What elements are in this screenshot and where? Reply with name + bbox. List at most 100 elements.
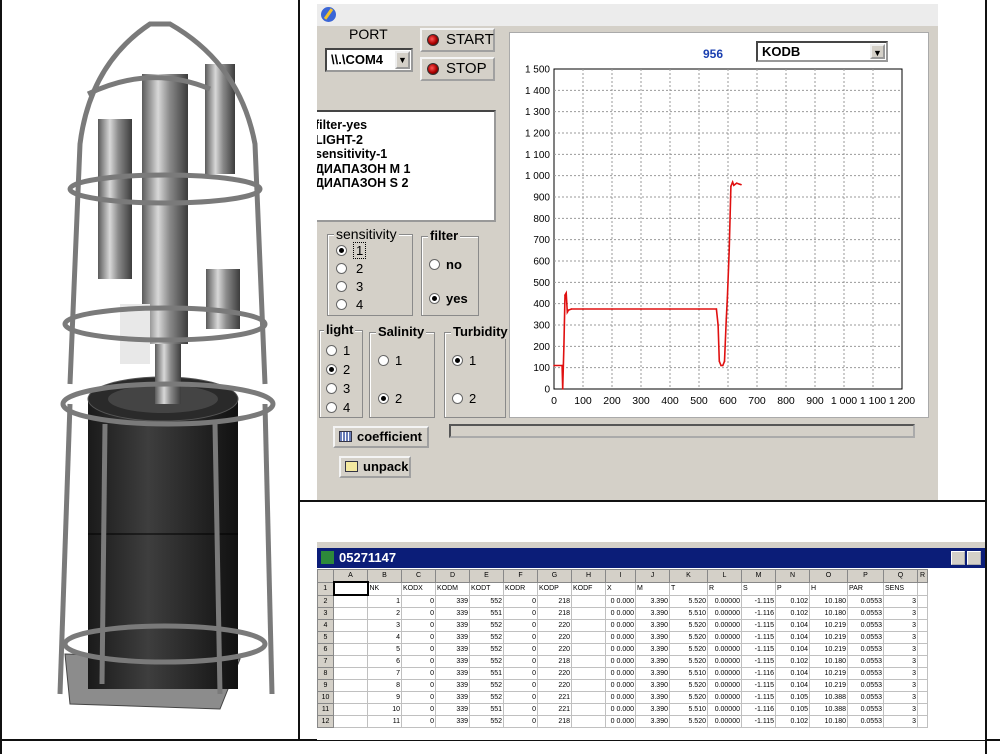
table-cell[interactable]: 0.00000 (707, 607, 742, 620)
table-cell[interactable]: H (809, 581, 848, 596)
table-cell[interactable]: 218 (537, 715, 572, 728)
column-header[interactable]: H (571, 569, 606, 583)
table-cell[interactable]: 5.510 (669, 607, 708, 620)
table-cell[interactable]: 0.0553 (847, 655, 884, 668)
table-cell[interactable]: 5 (367, 643, 402, 656)
status-memo[interactable]: filter-yes LIGHT-2 sensitivity-1 ДИАПАЗО… (317, 110, 496, 222)
table-cell[interactable]: 0 (503, 594, 538, 608)
table-cell[interactable]: 0 (401, 631, 436, 644)
coefficient-button[interactable]: coefficient (333, 426, 429, 448)
table-cell[interactable] (571, 631, 606, 644)
table-cell[interactable]: 3.390 (635, 631, 670, 644)
channel-select[interactable]: KODB ▼ (756, 41, 888, 62)
table-cell[interactable]: 0 (503, 643, 538, 656)
table-cell[interactable]: 0.00000 (707, 619, 742, 632)
column-header[interactable]: D (435, 569, 470, 583)
table-cell[interactable]: 3 (883, 594, 918, 608)
table-cell[interactable]: 3.390 (635, 607, 670, 620)
table-cell[interactable] (333, 715, 368, 728)
table-cell[interactable]: 10.180 (809, 607, 848, 620)
table-cell[interactable]: 0 0.000 (605, 643, 636, 656)
column-header[interactable]: O (809, 569, 848, 583)
table-cell[interactable]: 0.00000 (707, 655, 742, 668)
sensitivity-option-2[interactable]: 2 (336, 261, 363, 277)
table-cell[interactable]: 0 (401, 619, 436, 632)
table-cell[interactable] (917, 679, 928, 692)
table-cell[interactable]: 10.388 (809, 691, 848, 704)
table-cell[interactable]: 5.520 (669, 619, 708, 632)
column-header[interactable]: Q (883, 569, 918, 583)
chevron-down-icon[interactable]: ▼ (870, 44, 885, 59)
column-header[interactable]: K (669, 569, 708, 583)
table-cell[interactable]: 339 (435, 715, 470, 728)
table-cell[interactable] (333, 607, 368, 620)
table-cell[interactable] (333, 679, 368, 692)
table-cell[interactable]: 5.520 (669, 594, 708, 608)
table-cell[interactable]: 0.00000 (707, 594, 742, 608)
table-cell[interactable]: 0 0.000 (605, 655, 636, 668)
table-cell[interactable]: SENS (883, 581, 918, 596)
column-header[interactable]: B (367, 569, 402, 583)
table-cell[interactable]: 4 (367, 631, 402, 644)
table-cell[interactable]: 0 (401, 691, 436, 704)
table-cell[interactable]: 3 (883, 715, 918, 728)
table-cell[interactable] (917, 643, 928, 656)
table-cell[interactable]: 552 (469, 715, 504, 728)
table-cell[interactable]: 3 (883, 691, 918, 704)
turbidity-option-2[interactable]: 2 (452, 391, 476, 407)
table-cell[interactable] (917, 703, 928, 716)
table-cell[interactable]: 0 (503, 679, 538, 692)
table-cell[interactable] (917, 655, 928, 668)
table-cell[interactable]: 0.00000 (707, 667, 742, 680)
table-cell[interactable]: 10.388 (809, 703, 848, 716)
table-cell[interactable]: 0.102 (775, 715, 810, 728)
table-cell[interactable]: 0.00000 (707, 691, 742, 704)
table-cell[interactable]: 3.390 (635, 594, 670, 608)
table-cell[interactable]: 3 (883, 667, 918, 680)
table-cell[interactable]: 0 0.000 (605, 691, 636, 704)
table-cell[interactable]: 0 (401, 667, 436, 680)
table-cell[interactable]: 0 (401, 643, 436, 656)
table-cell[interactable]: 339 (435, 667, 470, 680)
table-cell[interactable]: KODX (401, 581, 436, 596)
table-cell[interactable]: 551 (469, 703, 504, 716)
table-cell[interactable]: 10.180 (809, 655, 848, 668)
column-header[interactable]: A (333, 569, 368, 583)
table-cell[interactable]: 0.102 (775, 607, 810, 620)
filter-option-yes[interactable]: yes (429, 291, 468, 307)
sensitivity-option-3[interactable]: 3 (336, 279, 363, 295)
table-cell[interactable]: 0.0553 (847, 594, 884, 608)
table-cell[interactable]: 0.0553 (847, 631, 884, 644)
table-cell[interactable]: 0.102 (775, 655, 810, 668)
table-cell[interactable]: 3.390 (635, 691, 670, 704)
table-cell[interactable]: 218 (537, 655, 572, 668)
table-cell[interactable]: 339 (435, 703, 470, 716)
table-cell[interactable]: 3 (883, 607, 918, 620)
table-cell[interactable]: 0 0.000 (605, 619, 636, 632)
table-cell[interactable]: 2 (367, 607, 402, 620)
table-cell[interactable]: 5.520 (669, 691, 708, 704)
table-cell[interactable]: 3.390 (635, 679, 670, 692)
table-cell[interactable]: -1.115 (741, 691, 776, 704)
table-cell[interactable]: 0 (503, 655, 538, 668)
row-header[interactable]: 9 (317, 679, 334, 692)
table-cell[interactable]: 3 (883, 643, 918, 656)
table-cell[interactable] (571, 607, 606, 620)
column-header[interactable]: N (775, 569, 810, 583)
light-option-2[interactable]: 2 (326, 362, 350, 378)
table-cell[interactable]: 3.390 (635, 619, 670, 632)
table-cell[interactable]: S (741, 581, 776, 596)
table-cell[interactable]: 7 (367, 667, 402, 680)
table-cell[interactable]: 218 (537, 594, 572, 608)
start-button[interactable]: START (420, 28, 495, 52)
unpack-button[interactable]: unpack (339, 456, 411, 478)
table-cell[interactable]: 0.00000 (707, 703, 742, 716)
table-cell[interactable]: R (707, 581, 742, 596)
table-cell[interactable]: 0 0.000 (605, 715, 636, 728)
table-cell[interactable]: 0 (503, 619, 538, 632)
table-cell[interactable]: 552 (469, 631, 504, 644)
table-cell[interactable]: 552 (469, 619, 504, 632)
table-cell[interactable]: 0 0.000 (605, 594, 636, 608)
port-select[interactable]: \\.\COM4 ▼ (325, 48, 413, 72)
table-cell[interactable]: 3 (883, 631, 918, 644)
